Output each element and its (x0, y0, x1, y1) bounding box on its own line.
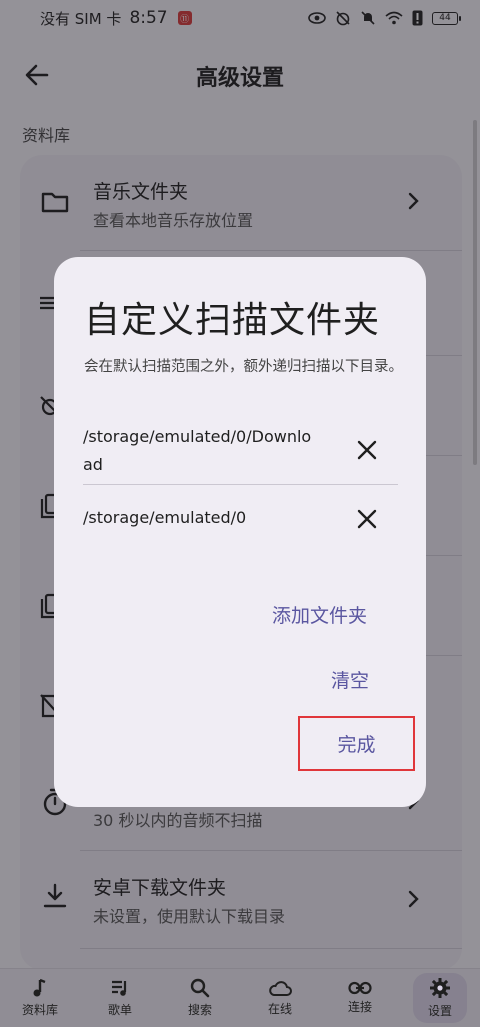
folder-row: /storage/emulated/0 (83, 504, 398, 532)
close-icon (357, 509, 377, 529)
nav-label: 歌单 (107, 1003, 132, 1017)
folder-path: /storage/emulated/0/Download (83, 427, 312, 474)
nav-label: 在线 (267, 1002, 292, 1016)
nav-label: 连接 (347, 1000, 372, 1014)
search-icon (190, 978, 210, 998)
custom-scan-folders-dialog: 自定义扫描文件夹 会在默认扫描范围之外，额外递归扫描以下目录。 /storage… (54, 257, 426, 807)
nav-label: 设置 (427, 1004, 452, 1018)
remove-folder-button[interactable] (352, 504, 382, 534)
playlist-icon (112, 980, 127, 996)
remove-folder-button[interactable] (352, 435, 382, 465)
scrollbar-thumb[interactable] (473, 120, 477, 465)
done-label: 完成 (337, 734, 376, 756)
clear-button[interactable]: 清空 (331, 666, 369, 693)
add-folder-button[interactable]: 添加文件夹 (272, 601, 367, 628)
divider (83, 484, 398, 485)
nav-label: 资料库 (21, 1003, 58, 1017)
dialog-description: 会在默认扫描范围之外，额外递归扫描以下目录。 (84, 359, 403, 375)
cloud-icon (269, 981, 292, 996)
done-button[interactable]: 完成 (298, 716, 415, 771)
nav-label: 搜索 (187, 1003, 212, 1017)
folder-path: /storage/emulated/0 (83, 508, 247, 527)
gear-icon (430, 978, 450, 998)
close-icon (357, 440, 377, 460)
music-note-icon (33, 978, 46, 997)
link-icon (348, 981, 372, 995)
dialog-title: 自定义扫描文件夹 (84, 300, 381, 341)
folder-row: /storage/emulated/0/Download (83, 423, 398, 479)
